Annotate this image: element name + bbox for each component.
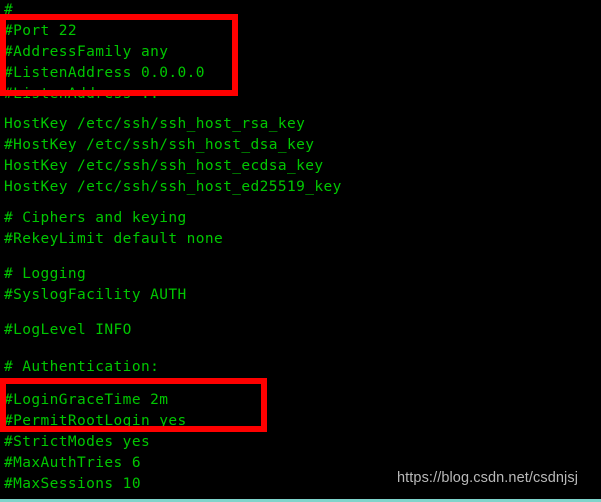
code-line[interactable]: #MaxAuthTries 6 bbox=[4, 453, 141, 473]
code-line[interactable]: #AddressFamily any bbox=[4, 42, 168, 62]
code-line[interactable]: #PermitRootLogin yes bbox=[4, 411, 187, 431]
code-line[interactable]: # Ciphers and keying bbox=[4, 208, 187, 228]
terminal-screenshot: # #Port 22 #AddressFamily any #ListenAddres… bbox=[0, 0, 601, 502]
code-line[interactable]: #HostKey /etc/ssh/ssh_host_dsa_key bbox=[4, 135, 314, 155]
code-line[interactable]: HostKey /etc/ssh/ssh_host_ecdsa_key bbox=[4, 156, 324, 176]
code-line[interactable]: #RekeyLimit default none bbox=[4, 229, 223, 249]
code-line[interactable]: #LogLevel INFO bbox=[4, 320, 132, 340]
code-line[interactable]: #StrictModes yes bbox=[4, 432, 150, 452]
terminal-text-area[interactable]: # #Port 22 #AddressFamily any #ListenAddres… bbox=[0, 0, 601, 499]
code-line[interactable]: HostKey /etc/ssh/ssh_host_ed25519_key bbox=[4, 177, 342, 197]
code-line[interactable]: #SyslogFacility AUTH bbox=[4, 285, 187, 305]
code-line[interactable]: #ListenAddress :: bbox=[4, 84, 159, 104]
code-line[interactable]: HostKey /etc/ssh/ssh_host_rsa_key bbox=[4, 114, 305, 134]
code-line[interactable]: #Port 22 bbox=[4, 21, 77, 41]
code-line[interactable]: # Authentication: bbox=[4, 357, 159, 377]
code-line[interactable]: # Logging bbox=[4, 264, 86, 284]
watermark-url: https://blog.csdn.net/csdnjsj bbox=[397, 470, 579, 486]
code-line[interactable]: #ListenAddress 0.0.0.0 bbox=[4, 63, 205, 83]
code-line[interactable]: #LoginGraceTime 2m bbox=[4, 390, 168, 410]
code-line[interactable]: # bbox=[4, 0, 13, 20]
code-line[interactable]: #MaxSessions 10 bbox=[4, 474, 141, 494]
